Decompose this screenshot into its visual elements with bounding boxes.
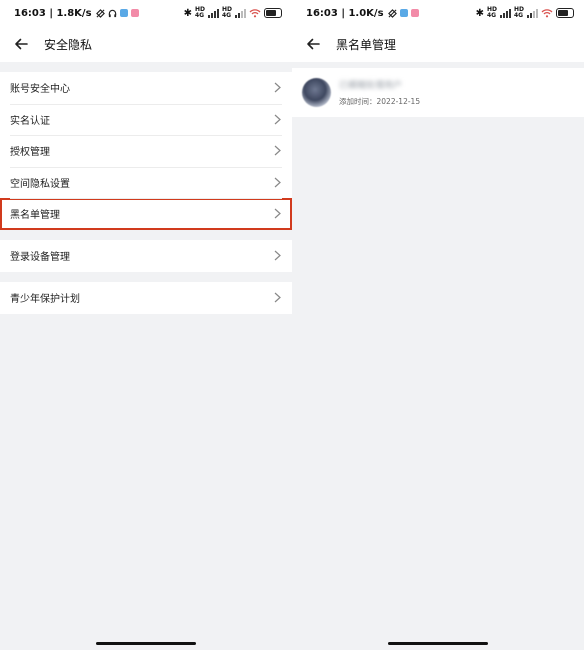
wifi-icon <box>541 9 553 18</box>
battery-icon <box>264 8 282 18</box>
signal-icon <box>499 8 511 18</box>
signal-icon <box>207 8 219 18</box>
header: 黑名单管理 <box>292 26 584 62</box>
bluetooth-icon: ✱ <box>475 7 484 19</box>
signal-hd-icon: HD 4G <box>513 6 524 19</box>
status-notification-icons <box>387 8 419 18</box>
menu-item-label: 黑名单管理 <box>10 210 60 222</box>
menu-item-label: 青少年保护计划 <box>10 294 80 306</box>
menu-item-label: 登录设备管理 <box>10 252 70 264</box>
settings-group-devices: 登录设备管理 <box>0 240 292 272</box>
vpn-icon <box>387 8 397 18</box>
menu-item-label: 实名认证 <box>10 115 50 127</box>
wifi-icon <box>249 9 261 18</box>
home-indicator[interactable] <box>388 642 488 645</box>
app-notification-icon <box>130 9 139 17</box>
back-button[interactable] <box>12 35 30 53</box>
menu-item-label: 授权管理 <box>10 147 50 159</box>
menu-item-blacklist[interactable]: 黑名单管理 <box>0 198 292 230</box>
chevron-right-icon <box>272 82 282 93</box>
status-time: 16:03 | 1.8K/s <box>14 7 92 19</box>
headphones-icon <box>108 9 116 17</box>
blacklist-item[interactable]: 已模糊处理用户 添加时间：2022-12-15 <box>292 68 584 117</box>
signal-icon <box>235 8 246 18</box>
menu-item-real-name-auth[interactable]: 实名认证 <box>0 103 292 136</box>
app-notification-icon <box>119 9 128 17</box>
blacklist-item-text: 已模糊处理用户 添加时间：2022-12-15 <box>339 78 420 107</box>
status-bar: 16:03 | 1.8K/s ✱ HD 4G HD 4G <box>0 0 292 26</box>
avatar <box>302 78 331 107</box>
status-system-icons: ✱ HD 4G HD 4G <box>184 7 282 19</box>
battery-icon <box>556 8 574 18</box>
chevron-right-icon <box>272 208 282 219</box>
menu-item-space-privacy[interactable]: 空间隐私设置 <box>0 166 292 199</box>
vpn-icon <box>95 8 105 18</box>
chevron-right-icon <box>272 292 282 303</box>
signal-icon <box>527 8 538 18</box>
status-notification-icons <box>95 8 139 18</box>
header: 安全隐私 <box>0 26 292 62</box>
right-screen: 16:03 | 1.0K/s ✱ HD 4G HD 4G 黑名单管理 已模糊处理用户… <box>292 0 584 650</box>
back-arrow-icon <box>307 38 320 50</box>
page-title: 黑名单管理 <box>336 37 397 52</box>
app-notification-icon <box>410 9 419 17</box>
menu-item-login-devices[interactable]: 登录设备管理 <box>0 240 292 272</box>
menu-item-label: 账号安全中心 <box>10 84 70 96</box>
settings-group-youth: 青少年保护计划 <box>0 282 292 314</box>
chevron-right-icon <box>272 250 282 261</box>
menu-item-account-security[interactable]: 账号安全中心 <box>0 72 292 104</box>
blacklist-added-time: 添加时间：2022-12-15 <box>339 97 421 106</box>
blacklist-user-name: 已模糊处理用户 <box>339 81 403 91</box>
status-bar: 16:03 | 1.0K/s ✱ HD 4G HD 4G <box>292 0 584 26</box>
back-arrow-icon <box>15 38 28 50</box>
signal-hd-icon: HD 4G <box>486 6 497 19</box>
app-notification-icon <box>399 9 408 17</box>
back-button[interactable] <box>304 35 322 53</box>
menu-item-authorization[interactable]: 授权管理 <box>0 135 292 167</box>
home-indicator[interactable] <box>96 642 196 645</box>
settings-group-account: 账号安全中心 实名认证 授权管理 空间隐私设置 黑名单管理 <box>0 72 292 230</box>
chevron-right-icon <box>272 114 282 125</box>
menu-item-label: 空间隐私设置 <box>10 178 70 190</box>
chevron-right-icon <box>272 145 282 156</box>
page-title: 安全隐私 <box>44 37 93 52</box>
menu-item-youth-protection[interactable]: 青少年保护计划 <box>0 282 292 314</box>
bluetooth-icon: ✱ <box>183 7 192 19</box>
status-system-icons: ✱ HD 4G HD 4G <box>476 7 574 19</box>
chevron-right-icon <box>272 177 282 188</box>
status-time: 16:03 | 1.0K/s <box>306 7 384 19</box>
signal-hd-icon: HD 4G <box>194 6 205 19</box>
left-screen: 16:03 | 1.8K/s ✱ HD4G HD4G 安全隐私 账号安全中心 <box>0 0 292 650</box>
signal-hd-icon: HD 4G <box>221 6 232 19</box>
